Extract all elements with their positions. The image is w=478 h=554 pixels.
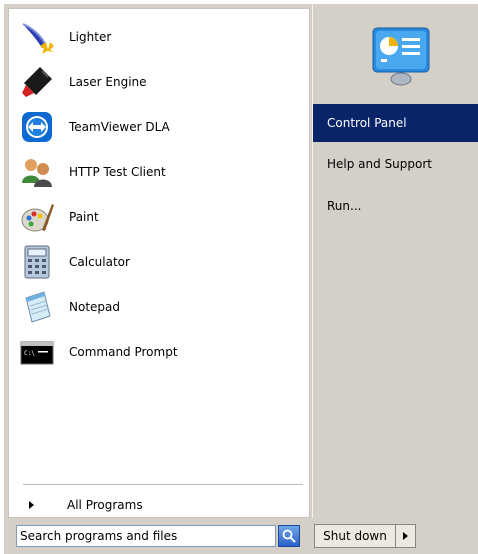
search-input[interactable] [16, 525, 276, 547]
lighter-icon [19, 19, 55, 55]
program-item-command-prompt[interactable]: C:\ Command Prompt [19, 332, 304, 372]
control-panel-link[interactable]: Control Panel [313, 104, 478, 142]
notepad-icon [19, 289, 55, 325]
http-test-client-icon [19, 154, 55, 190]
shutdown-button[interactable]: Shut down [315, 529, 395, 543]
run-link[interactable]: Run... [313, 187, 478, 225]
shutdown-options-button[interactable] [396, 525, 415, 547]
control-panel-icon [369, 24, 433, 88]
run-label: Run... [327, 199, 362, 213]
all-programs-separator [23, 484, 303, 485]
program-item-lighter[interactable]: Lighter [19, 17, 304, 57]
program-item-laser-engine[interactable]: Laser Engine [19, 62, 304, 102]
teamviewer-icon [19, 109, 55, 145]
right-pane: Control Panel Help and Support Run... [312, 4, 478, 518]
laser-engine-icon [19, 64, 55, 100]
program-label: Command Prompt [69, 345, 178, 359]
program-item-teamviewer[interactable]: TeamViewer DLA [19, 107, 304, 147]
control-panel-label: Control Panel [327, 116, 407, 130]
program-label: Paint [69, 210, 99, 224]
program-label: Lighter [69, 30, 112, 44]
shutdown-button-group: Shut down [314, 524, 416, 548]
help-and-support-label: Help and Support [327, 157, 432, 171]
all-programs-label: All Programs [67, 498, 143, 512]
start-menu-bottom-bar: Shut down [4, 518, 478, 554]
program-label: HTTP Test Client [69, 165, 166, 179]
arrow-right-icon [403, 532, 408, 540]
calculator-icon [19, 244, 55, 280]
paint-icon [19, 199, 55, 235]
program-item-paint[interactable]: Paint [19, 197, 304, 237]
all-programs-button[interactable]: All Programs [19, 493, 304, 517]
search-icon [282, 529, 296, 543]
svg-text:C:\: C:\ [24, 350, 35, 357]
program-item-notepad[interactable]: Notepad [19, 287, 304, 327]
arrow-right-icon [29, 501, 34, 509]
program-label: Notepad [69, 300, 120, 314]
program-item-calculator[interactable]: Calculator [19, 242, 304, 282]
programs-pane: Lighter Laser Engine TeamViewer DLA HTTP… [8, 8, 310, 518]
program-item-http-test-client[interactable]: HTTP Test Client [19, 152, 304, 192]
search-button[interactable] [278, 525, 300, 547]
command-prompt-icon: C:\ [19, 334, 55, 370]
start-menu: Lighter Laser Engine TeamViewer DLA HTTP… [4, 4, 478, 554]
program-label: Calculator [69, 255, 130, 269]
program-label: TeamViewer DLA [69, 120, 170, 134]
program-label: Laser Engine [69, 75, 147, 89]
help-and-support-link[interactable]: Help and Support [313, 145, 478, 183]
